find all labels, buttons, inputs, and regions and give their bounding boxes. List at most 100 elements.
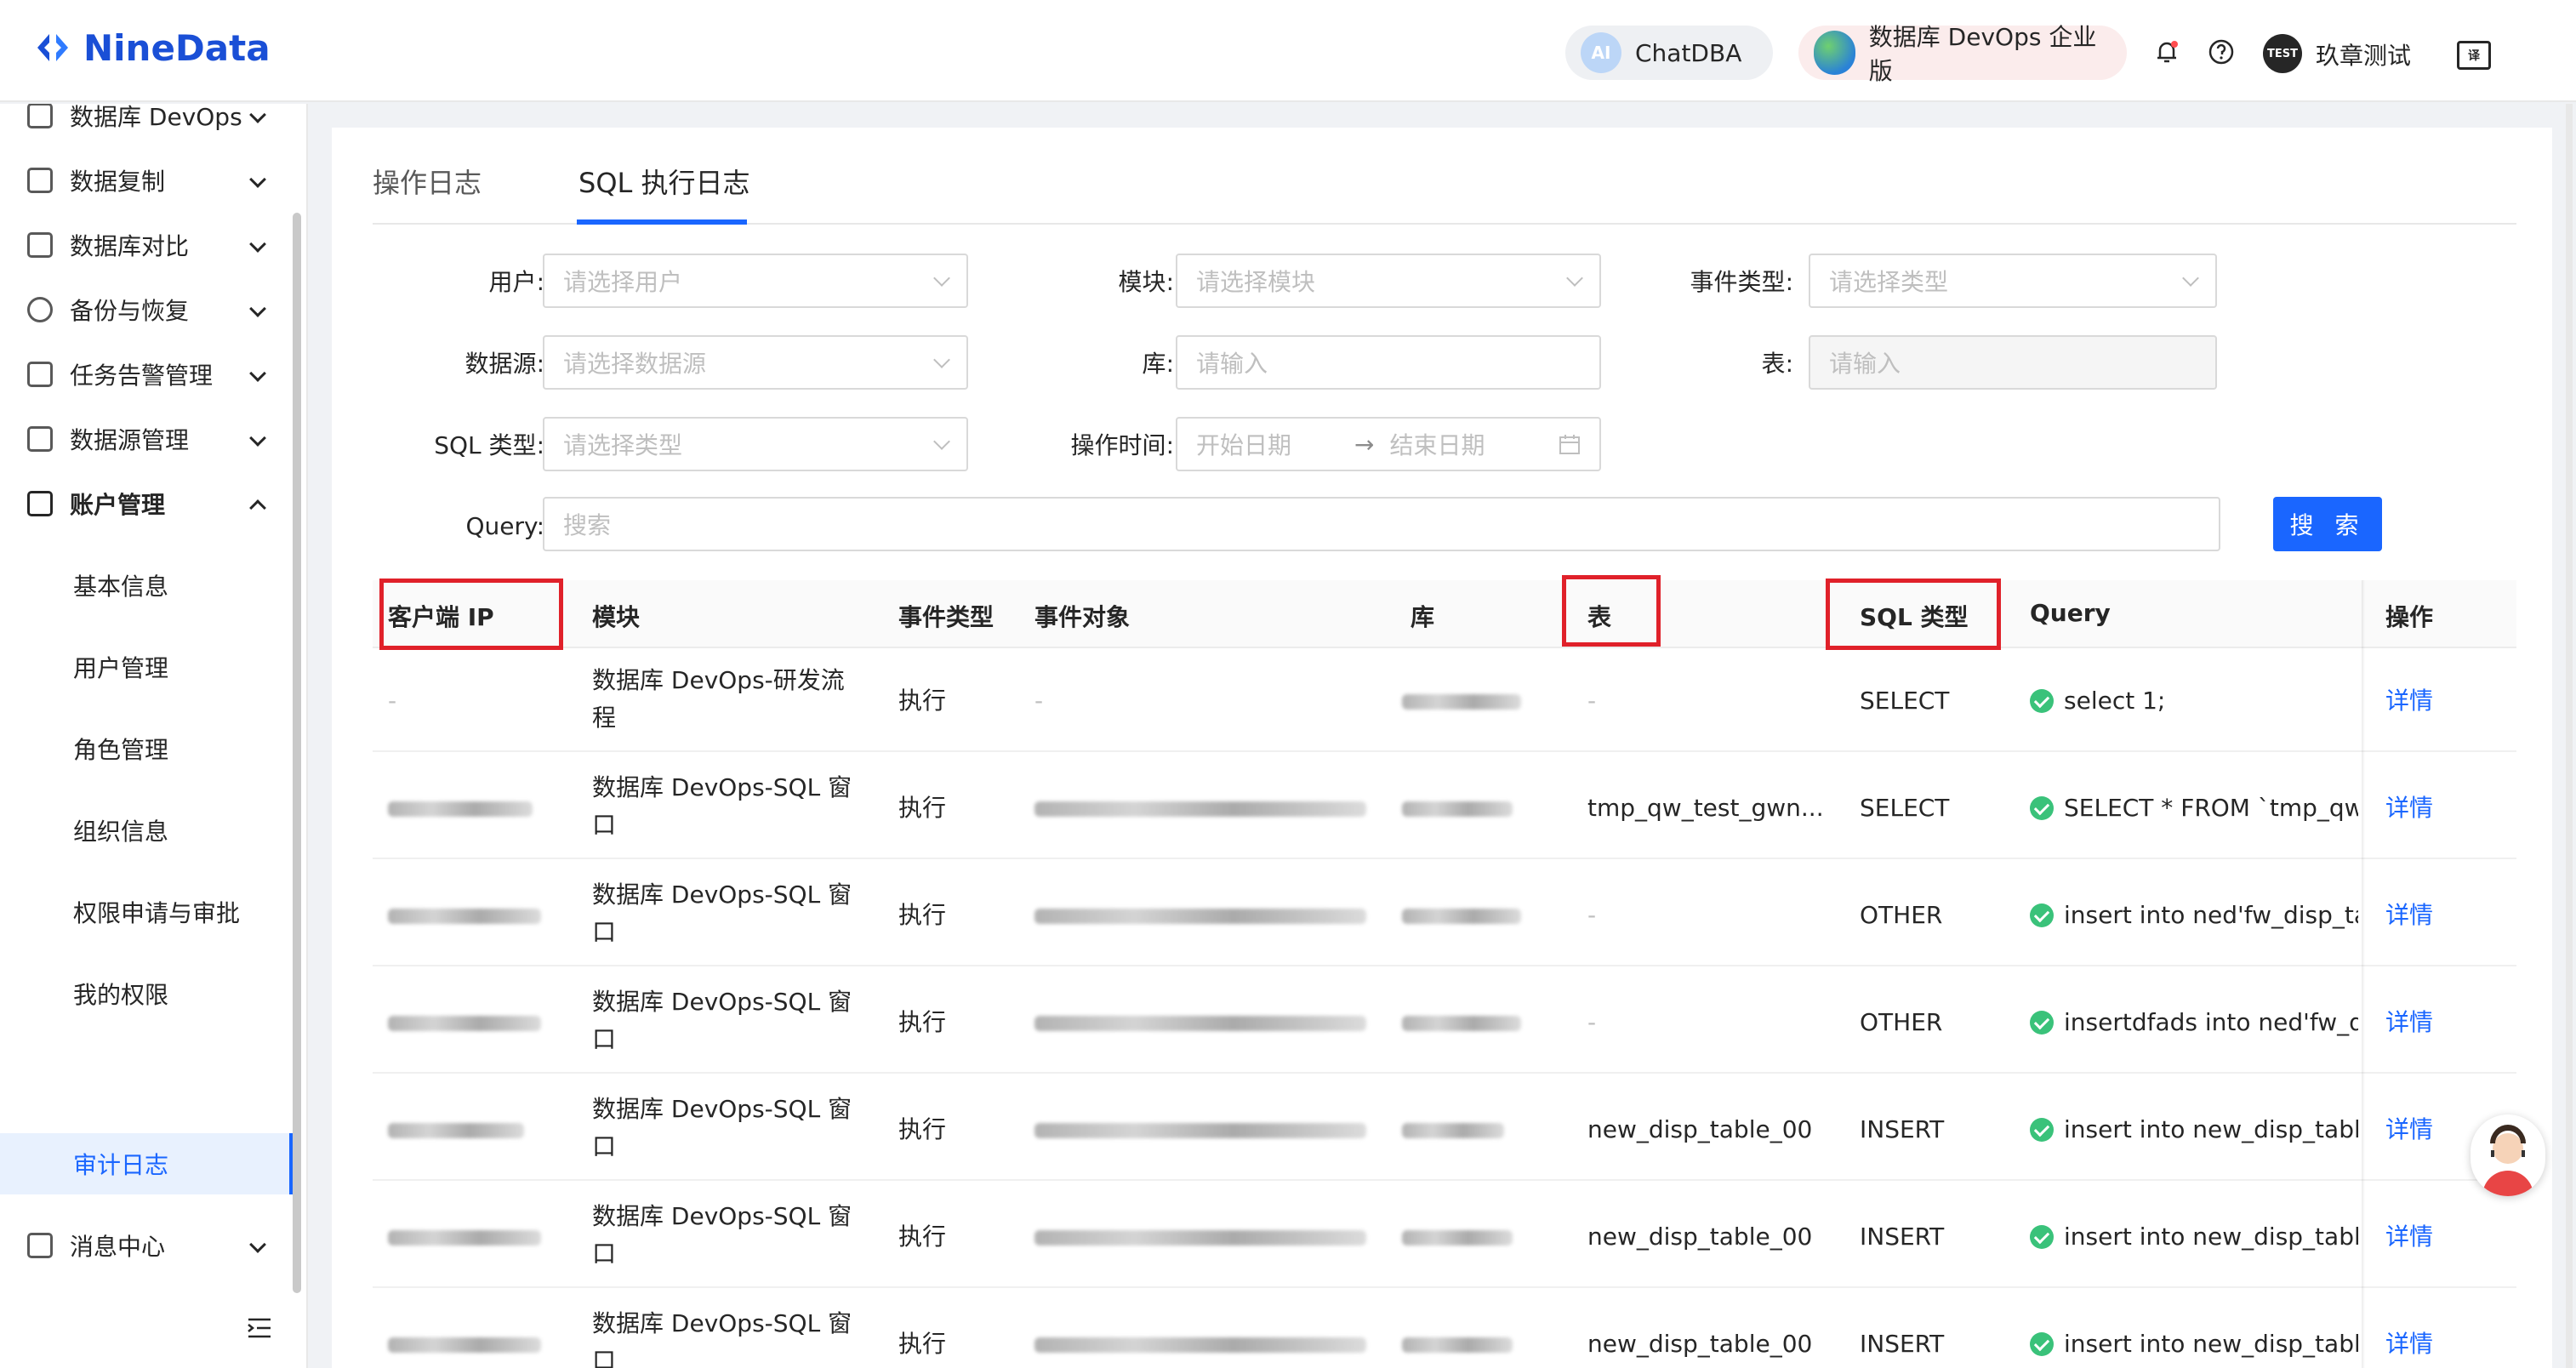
page-scrollbar[interactable] (2566, 104, 2573, 1368)
customer-service-avatar[interactable] (2471, 1114, 2545, 1196)
query-input[interactable]: 搜索 (543, 497, 2220, 551)
redacted-db (1402, 1337, 1513, 1353)
end-date-placeholder[interactable]: 结束日期 (1389, 427, 1485, 461)
chatdba-button[interactable]: AI ChatDBA (1565, 26, 1773, 80)
query-label: Query: (465, 512, 545, 540)
table-row: 数据库 DevOps-SQL 窗口 执行 - OTHER insert into ned… (373, 863, 2516, 966)
sidebar-subitem-audit-log[interactable]: 审计日志 (0, 1133, 294, 1194)
search-button[interactable]: 搜 索 (2273, 497, 2382, 551)
cell-module-line1: 数据库 DevOps-SQL 窗 (592, 988, 852, 1016)
cell-query: insert into ned'fw_disp_tab (2064, 901, 2358, 929)
db-input[interactable]: 请输入 (1176, 335, 1601, 390)
chevron-down-icon (249, 171, 266, 188)
sidebar-item-label: 备份与恢复 (70, 297, 190, 325)
sidebar-item-account[interactable]: 账户管理 (0, 473, 294, 534)
cell-query: insert into new_disp_table_ (2064, 1330, 2358, 1358)
event-type-select[interactable]: 请选择类型 (1809, 254, 2217, 308)
cell-module-line2: 口 (592, 811, 617, 839)
sidebar-subitem-user-mgmt[interactable]: 用户管理 (0, 636, 294, 698)
detail-link[interactable]: 详情 (2385, 1218, 2433, 1256)
sidebar-item-backup[interactable]: 备份与恢复 (0, 279, 294, 340)
cell-table: new_disp_table_00 (1587, 1223, 1813, 1251)
cell-query: insert into new_disp_table_ (2064, 1115, 2358, 1143)
chevron-down-icon (249, 1236, 266, 1253)
chevron-down-icon (933, 351, 950, 368)
sidebar-subitem-permission-approval[interactable]: 权限申请与审批 (0, 881, 294, 943)
sidebar-item-label: 数据复制 (70, 168, 166, 196)
cell-module-line1: 数据库 DevOps-SQL 窗 (592, 1095, 852, 1123)
chevron-down-icon (2182, 270, 2199, 287)
table-header: 客户端 IP 模块 事件类型 事件对象 库 表 SQL 类型 Query 操作 (373, 580, 2516, 648)
cell-module-line1: 数据库 DevOps-SQL 窗 (592, 1202, 852, 1230)
sidebar-item-label: 数据库对比 (70, 232, 190, 260)
op-time-range-picker[interactable]: 开始日期 → 结束日期 (1176, 417, 1601, 471)
help-icon[interactable] (2207, 37, 2236, 66)
detail-link[interactable]: 详情 (2385, 682, 2433, 720)
tab-sql-execution-log[interactable]: SQL 执行日志 (578, 162, 750, 201)
cell-event-type: 执行 (898, 1115, 947, 1143)
ninedata-logo-icon (37, 34, 68, 61)
bell-icon[interactable] (2152, 37, 2181, 66)
col-event-type: 事件类型 (898, 603, 994, 631)
cell-module-line2: 程 (592, 704, 617, 732)
language-switch-icon[interactable]: 译 (2457, 41, 2491, 70)
tab-operation-log[interactable]: 操作日志 (373, 162, 482, 201)
table-input[interactable]: 请输入 (1809, 335, 2217, 390)
module-select[interactable]: 请选择模块 (1176, 254, 1601, 308)
cell-sql-type: INSERT (1860, 1223, 1945, 1251)
sidebar-subitem-role-mgmt[interactable]: 角色管理 (0, 718, 294, 779)
table-row: 数据库 DevOps-SQL 窗口 执行 new_disp_table_00 INSE… (373, 1184, 2516, 1288)
cell-table: - (1587, 1008, 1597, 1036)
db-placeholder: 请输入 (1196, 350, 1268, 378)
detail-link[interactable]: 详情 (2385, 789, 2433, 827)
table-label: 表: (1761, 350, 1793, 378)
redacted-client-ip (388, 1230, 541, 1245)
sidebar-item-alarm[interactable]: 任务告警管理 (0, 344, 294, 405)
datasource-select[interactable]: 请选择数据源 (543, 335, 968, 390)
user-placeholder: 请选择用户 (563, 268, 683, 296)
sidebar-item-compare[interactable]: 数据库对比 (0, 214, 294, 276)
sidebar-scrollbar[interactable] (293, 213, 301, 1293)
redacted-event-object (1034, 1230, 1366, 1245)
active-tab-indicator (577, 219, 747, 225)
sidebar-subitem-my-permissions[interactable]: 我的权限 (0, 963, 294, 1024)
alarm-icon (27, 362, 53, 387)
sidebar-subitem-org-info[interactable]: 组织信息 (0, 800, 294, 861)
col-action: 操作 (2385, 603, 2434, 631)
user-select[interactable]: 请选择用户 (543, 254, 968, 308)
logo[interactable]: NineData (31, 26, 271, 70)
cell-table: - (1587, 901, 1597, 929)
cell-module-line1: 数据库 DevOps-SQL 窗 (592, 881, 852, 909)
menu-collapse-icon[interactable] (247, 1317, 272, 1339)
redacted-event-object (1034, 909, 1366, 924)
success-check-icon (2030, 1225, 2054, 1249)
redacted-event-object (1034, 1337, 1366, 1353)
cell-event-type: 执行 (898, 1330, 947, 1358)
edition-switch-button[interactable]: 数据库 DevOps 企业版 (1798, 23, 2127, 85)
user-label: 用户: (488, 268, 544, 296)
detail-link[interactable]: 详情 (2385, 1111, 2433, 1149)
chevron-down-icon (933, 433, 950, 450)
detail-link[interactable]: 详情 (2385, 1325, 2433, 1363)
success-check-icon (2030, 1118, 2054, 1142)
cell-event-type: 执行 (898, 687, 947, 715)
main-panel: 操作日志 SQL 执行日志 用户: 请选择用户 模块: 请选择模块 事件类型: … (332, 128, 2552, 1368)
sidebar-subitem-basic-info[interactable]: 基本信息 (0, 555, 294, 616)
success-check-icon (2030, 903, 2054, 927)
ai-badge-icon: AI (1581, 32, 1621, 73)
sidebar-item-devops[interactable]: 数据库 DevOps (0, 104, 294, 146)
sidebar-item-replication[interactable]: 数据复制 (0, 150, 294, 211)
detail-link[interactable]: 详情 (2385, 1004, 2433, 1041)
username[interactable]: 玖章测试 (2316, 37, 2411, 71)
start-date-placeholder[interactable]: 开始日期 (1196, 427, 1291, 461)
user-avatar[interactable]: TEST (2263, 34, 2302, 73)
cell-table: new_disp_table_00 (1587, 1330, 1813, 1358)
highlight-sql-type (1826, 579, 2001, 650)
sidebar-item-datasource[interactable]: 数据源管理 (0, 408, 294, 470)
sql-type-select[interactable]: 请选择类型 (543, 417, 968, 471)
cell-module-line1: 数据库 DevOps-研发流 (592, 666, 845, 694)
cell-module-line1: 数据库 DevOps-SQL 窗 (592, 773, 852, 801)
success-check-icon (2030, 796, 2054, 820)
sidebar-item-message-center[interactable]: 消息中心 (0, 1215, 294, 1276)
detail-link[interactable]: 详情 (2385, 897, 2433, 934)
